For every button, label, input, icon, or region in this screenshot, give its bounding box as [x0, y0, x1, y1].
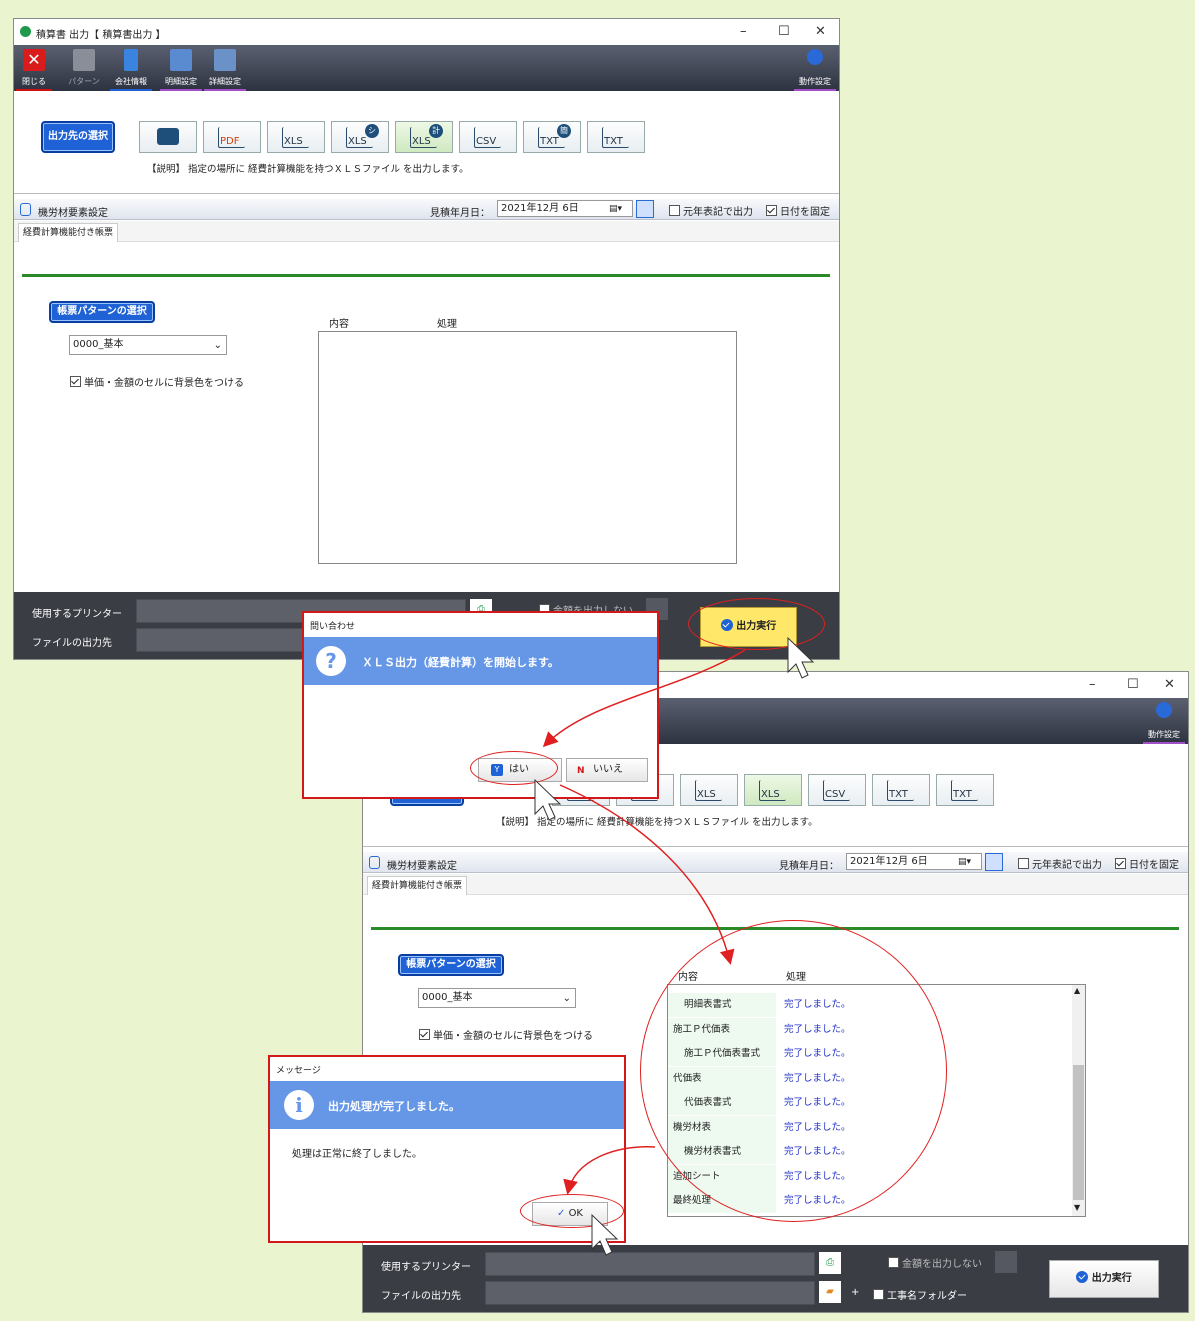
- mouse-cursor-icon: [787, 636, 815, 679]
- arrow-yes-to-list: [559, 784, 735, 965]
- arrow-list-to-ok: [563, 1146, 656, 1195]
- mouse-cursor-icon: [534, 778, 562, 821]
- mouse-cursor-icon: [591, 1213, 619, 1256]
- arrow-run-to-yes: [542, 649, 746, 748]
- annotation-arrows: [534, 636, 815, 1256]
